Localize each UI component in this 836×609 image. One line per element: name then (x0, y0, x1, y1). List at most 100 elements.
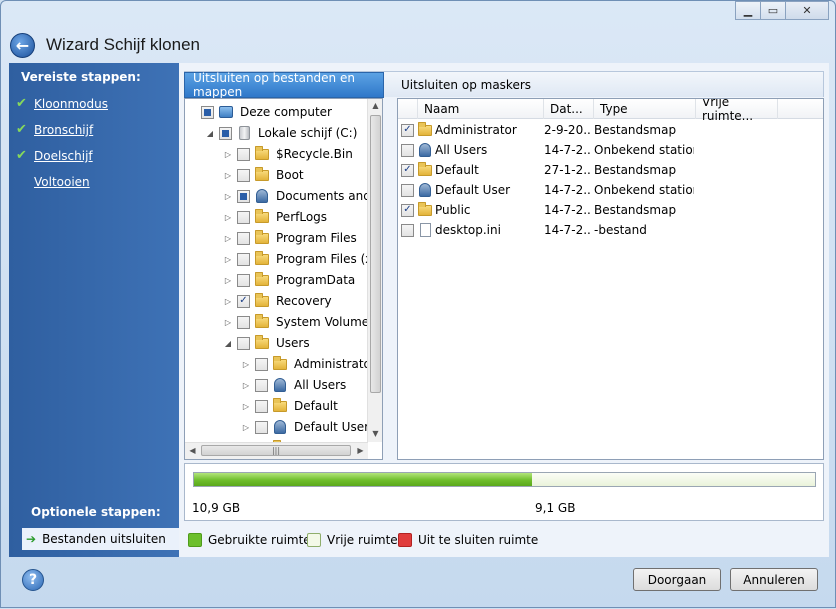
cell-type: Bestandsmap (594, 163, 677, 177)
minimize-icon[interactable]: ▁ (735, 1, 761, 20)
checkbox[interactable] (237, 273, 250, 287)
computer-icon (218, 104, 234, 120)
checkbox[interactable] (237, 168, 250, 182)
expand-arrow-icon[interactable]: ◢ (205, 129, 215, 138)
tab-exclude-masks[interactable]: Uitsluiten op maskers (393, 72, 539, 98)
tree-item-label: Administrator (294, 357, 376, 371)
expand-arrow-icon[interactable]: ▷ (223, 192, 233, 201)
sidebar-step-bronschijf[interactable]: Bronschijf (34, 123, 93, 137)
checkbox[interactable] (237, 336, 250, 350)
expand-arrow-icon[interactable]: ▷ (223, 171, 233, 180)
sidebar-step-kloonmodus[interactable]: Kloonmodus (34, 97, 108, 111)
checkbox[interactable]: ✓ (401, 163, 414, 177)
tree-item[interactable]: ▷ PerfLogs (223, 207, 327, 227)
sidebar-step-voltooien[interactable]: Voltooien (34, 175, 90, 189)
tree-item[interactable]: ▷ Program Files (x86) (223, 249, 382, 269)
tree-item-label: ProgramData (276, 273, 356, 287)
checkbox[interactable] (255, 420, 268, 434)
cell-type: Bestandsmap (594, 203, 677, 217)
checkbox[interactable] (255, 399, 268, 413)
sidebar-step-doelschijf[interactable]: Doelschijf (34, 149, 93, 163)
close-icon[interactable]: ✕ (785, 1, 829, 20)
checkbox[interactable] (401, 223, 414, 237)
expand-arrow-icon[interactable]: ▷ (223, 150, 233, 159)
sidebar-item-bestanden-uitsluiten[interactable]: ➔ Bestanden uitsluiten (22, 528, 179, 550)
disk-usage-bar (193, 472, 816, 487)
tree-item[interactable]: ▷ Program Files (223, 228, 357, 248)
checkbox[interactable] (401, 183, 414, 197)
tree-horizontal-scrollbar[interactable]: ◀ ||| ▶ (185, 442, 368, 459)
expand-arrow-icon[interactable]: ▷ (223, 213, 233, 222)
legend-free: Vrije ruimte (307, 533, 398, 547)
scroll-down-icon[interactable]: ▼ (368, 429, 382, 438)
tree-item[interactable]: ◢ Users (223, 333, 310, 353)
tree-item[interactable]: ▷ ProgramData (223, 270, 355, 290)
scroll-up-icon[interactable]: ▲ (368, 101, 382, 110)
expand-arrow-icon[interactable]: ▷ (241, 381, 251, 390)
tree-item[interactable]: Deze computer (187, 102, 332, 122)
tree-item[interactable]: ▷ $Recycle.Bin (223, 144, 353, 164)
expand-arrow-icon[interactable]: ◢ (223, 339, 233, 348)
window-title: Wizard Schijf klonen (46, 35, 201, 54)
expand-arrow-icon[interactable]: ▷ (223, 234, 233, 243)
table-row[interactable]: All Users 14-7-2... Onbekend station (398, 140, 823, 160)
cell-name: desktop.ini (435, 223, 501, 237)
checkbox[interactable]: ✓ (401, 203, 414, 217)
cancel-button[interactable]: Annuleren (730, 568, 818, 591)
checkbox[interactable] (237, 147, 250, 161)
tree-item[interactable]: ▷ ✓ Recovery (223, 291, 332, 311)
checkbox[interactable] (237, 315, 250, 329)
expand-arrow-icon[interactable]: ▷ (223, 255, 233, 264)
scroll-right-icon[interactable]: ▶ (353, 446, 368, 455)
tree-item[interactable]: ▷ Administrator (241, 354, 376, 374)
tree-item[interactable]: ▷ Default (241, 396, 338, 416)
help-icon[interactable]: ? (22, 569, 44, 591)
scroll-thumb[interactable] (370, 115, 381, 393)
checkbox[interactable] (237, 231, 250, 245)
maximize-icon[interactable]: ▭ (760, 1, 786, 20)
expand-arrow-icon[interactable]: ▷ (223, 297, 233, 306)
table-row[interactable]: ✓ Default 27-1-2... Bestandsmap (398, 160, 823, 180)
column-header-name[interactable]: Naam (418, 99, 544, 119)
expand-arrow-icon[interactable]: ▷ (223, 276, 233, 285)
tree-item[interactable]: ▷ Boot (223, 165, 304, 185)
table-row[interactable]: Default User 14-7-2... Onbekend station (398, 180, 823, 200)
column-header-date[interactable]: Dat... (544, 99, 594, 119)
tree-item[interactable]: ▷ Default User (241, 417, 369, 437)
cell-name: All Users (435, 143, 488, 157)
checkbox[interactable] (401, 143, 414, 157)
checkbox[interactable] (237, 210, 250, 224)
wizard-content: Vereiste stappen: ✔ Kloonmodus ✔ Bronschijf… (9, 63, 829, 557)
checkbox[interactable] (219, 126, 232, 140)
tree-item[interactable]: ▷System Volume Info (223, 312, 382, 332)
checkbox[interactable] (255, 357, 268, 371)
tab-exclude-files-folders[interactable]: Uitsluiten op bestanden en mappen (184, 71, 384, 99)
table-row[interactable]: ✓ Public 14-7-2... Bestandsmap (398, 200, 823, 220)
tree-item[interactable]: ▷ All Users (241, 375, 346, 395)
scroll-left-icon[interactable]: ◀ (185, 446, 200, 455)
tree-vertical-scrollbar[interactable]: ▲ ▼ (367, 99, 382, 442)
tree-item-label: $Recycle.Bin (276, 147, 353, 161)
checkbox[interactable] (237, 252, 250, 266)
tree-item-label: Boot (276, 168, 304, 182)
checkbox[interactable] (255, 378, 268, 392)
checkbox[interactable] (201, 105, 214, 119)
tree-item[interactable]: ◢ Lokale schijf (C:) (205, 123, 357, 143)
checkbox[interactable]: ✓ (237, 294, 250, 308)
column-header-type[interactable]: Type (594, 99, 696, 119)
expand-arrow-icon[interactable]: ▷ (241, 402, 251, 411)
tree-item-label: Lokale schijf (C:) (258, 126, 358, 140)
checkbox[interactable]: ✓ (401, 123, 414, 137)
tree-item[interactable]: ▷Documents and Sett (223, 186, 382, 206)
expand-arrow-icon[interactable]: ▷ (241, 360, 251, 369)
table-row[interactable]: ✓ Administrator 2-9-20... Bestandsmap (398, 120, 823, 140)
back-arrow-icon[interactable]: ← (10, 33, 35, 58)
scroll-thumb[interactable]: ||| (201, 445, 351, 456)
table-row[interactable]: desktop.ini 14-7-2... -bestand (398, 220, 823, 240)
user-folder-icon (254, 188, 270, 204)
expand-arrow-icon[interactable]: ▷ (223, 318, 233, 327)
expand-arrow-icon[interactable]: ▷ (241, 423, 251, 432)
checkbox[interactable] (237, 189, 250, 203)
column-header-free-space[interactable]: Vrije ruimte... (696, 99, 778, 123)
continue-button[interactable]: Doorgaan (633, 568, 721, 591)
